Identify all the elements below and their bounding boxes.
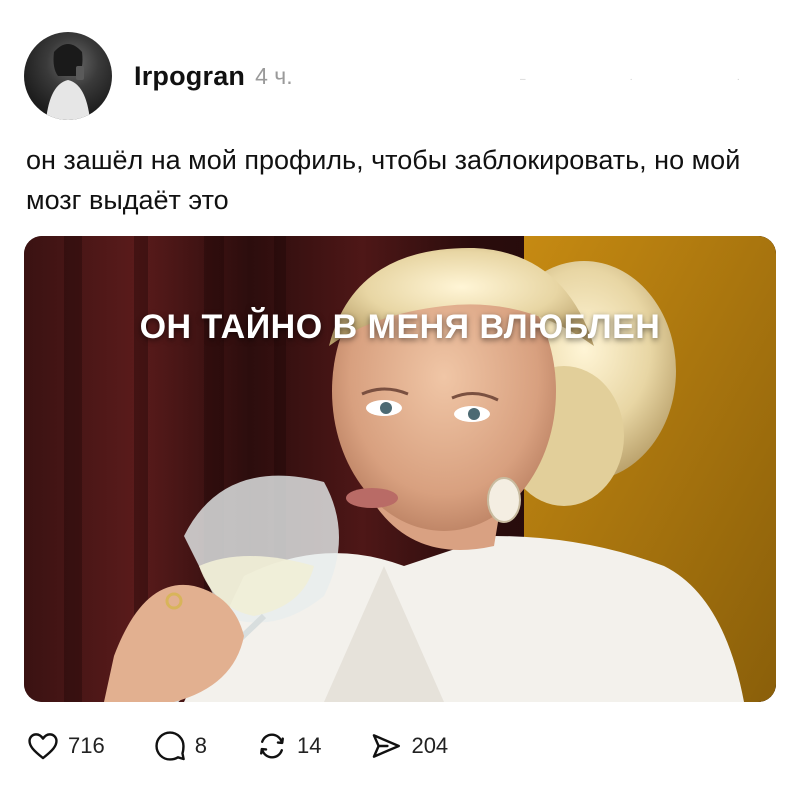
heart-icon <box>28 733 58 760</box>
like-count: 716 <box>68 733 105 758</box>
post-time: 4 ч. <box>255 62 293 89</box>
avatar[interactable] <box>24 32 112 120</box>
repost-button[interactable]: 14 <box>255 729 321 763</box>
post-header: Irpogran 4 ч. <box>24 30 293 122</box>
share-count: 204 <box>411 733 449 758</box>
repost-icon <box>259 733 284 759</box>
comment-icon <box>155 731 185 761</box>
faded-dots: – · · <box>520 74 740 85</box>
share-button[interactable]: 204 <box>369 729 448 763</box>
post-card: Irpogran 4 ч. – · · он зашёл на мой профил… <box>0 0 800 791</box>
meme-caption: ОН ТАЙНО В МЕНЯ ВЛЮБЛЕН <box>139 308 661 346</box>
comment-count: 8 <box>194 733 207 758</box>
post-text: он зашёл на мой профиль, чтобы заблокиро… <box>26 145 741 215</box>
post-image[interactable]: ОН ТАЙНО В МЕНЯ ВЛЮБЛЕН <box>24 236 776 702</box>
username[interactable]: Irpogran <box>134 61 245 92</box>
like-button[interactable]: 716 <box>26 729 105 763</box>
repost-count: 14 <box>296 733 322 758</box>
comment-button[interactable]: 8 <box>153 729 207 763</box>
post-actions: 716 8 14 204 <box>26 724 496 768</box>
send-icon <box>373 734 401 758</box>
